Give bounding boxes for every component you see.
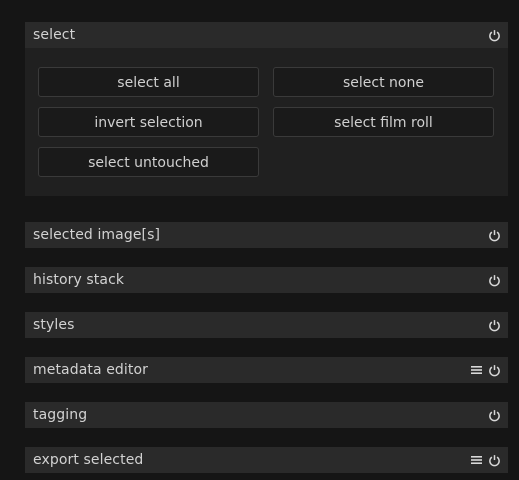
module-styles: styles xyxy=(25,312,508,338)
module-title: metadata editor xyxy=(33,362,149,378)
module-select: select select all select none invert sel… xyxy=(25,22,508,196)
power-icon[interactable] xyxy=(488,454,501,467)
select-untouched-button[interactable]: select untouched xyxy=(38,147,259,177)
module-header-history-stack[interactable]: history stack xyxy=(25,267,508,293)
module-title: selected image[s] xyxy=(33,227,161,243)
module-tagging: tagging xyxy=(25,402,508,428)
power-icon[interactable] xyxy=(488,274,501,287)
module-selected-images: selected image[s] xyxy=(25,222,508,248)
module-header-tagging[interactable]: tagging xyxy=(25,402,508,428)
presets-menu-icon[interactable] xyxy=(471,365,482,375)
select-all-button[interactable]: select all xyxy=(38,67,259,97)
module-header-styles[interactable]: styles xyxy=(25,312,508,338)
module-history-stack: history stack xyxy=(25,267,508,293)
module-title: styles xyxy=(33,317,75,333)
power-icon[interactable] xyxy=(488,229,501,242)
module-title: select xyxy=(33,27,76,43)
module-export-selected: export selected xyxy=(25,447,508,473)
power-icon[interactable] xyxy=(488,409,501,422)
power-icon[interactable] xyxy=(488,319,501,332)
module-body-select: select all select none invert selection … xyxy=(25,48,508,196)
invert-selection-button[interactable]: invert selection xyxy=(38,107,259,137)
power-icon[interactable] xyxy=(488,29,501,42)
module-metadata-editor: metadata editor xyxy=(25,357,508,383)
module-header-selected-images[interactable]: selected image[s] xyxy=(25,222,508,248)
select-film-roll-button[interactable]: select film roll xyxy=(273,107,494,137)
module-header-select[interactable]: select xyxy=(25,22,508,48)
presets-menu-icon[interactable] xyxy=(471,455,482,465)
lighttable-right-panel: select select all select none invert sel… xyxy=(0,0,519,480)
module-title: history stack xyxy=(33,272,125,288)
power-icon[interactable] xyxy=(488,364,501,377)
module-title: export selected xyxy=(33,452,144,468)
select-none-button[interactable]: select none xyxy=(273,67,494,97)
module-header-metadata-editor[interactable]: metadata editor xyxy=(25,357,508,383)
module-title: tagging xyxy=(33,407,88,423)
module-header-export-selected[interactable]: export selected xyxy=(25,447,508,473)
